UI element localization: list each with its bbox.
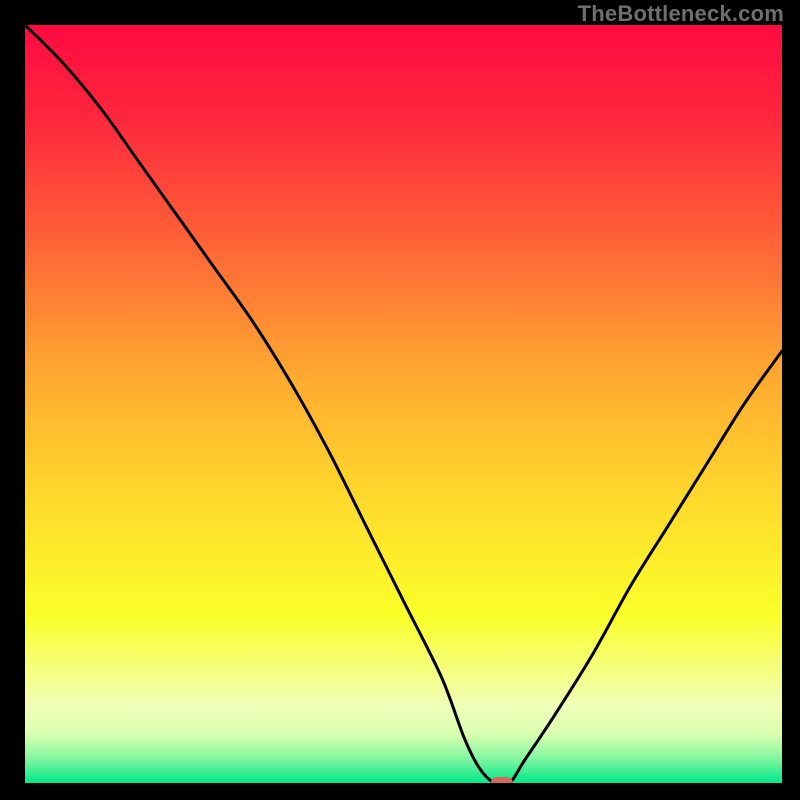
optimum-marker [491, 777, 513, 783]
plot-area [25, 25, 782, 783]
bottleneck-curve [25, 25, 782, 783]
watermark-text: TheBottleneck.com [578, 1, 784, 27]
chart-stage: TheBottleneck.com [0, 0, 800, 800]
